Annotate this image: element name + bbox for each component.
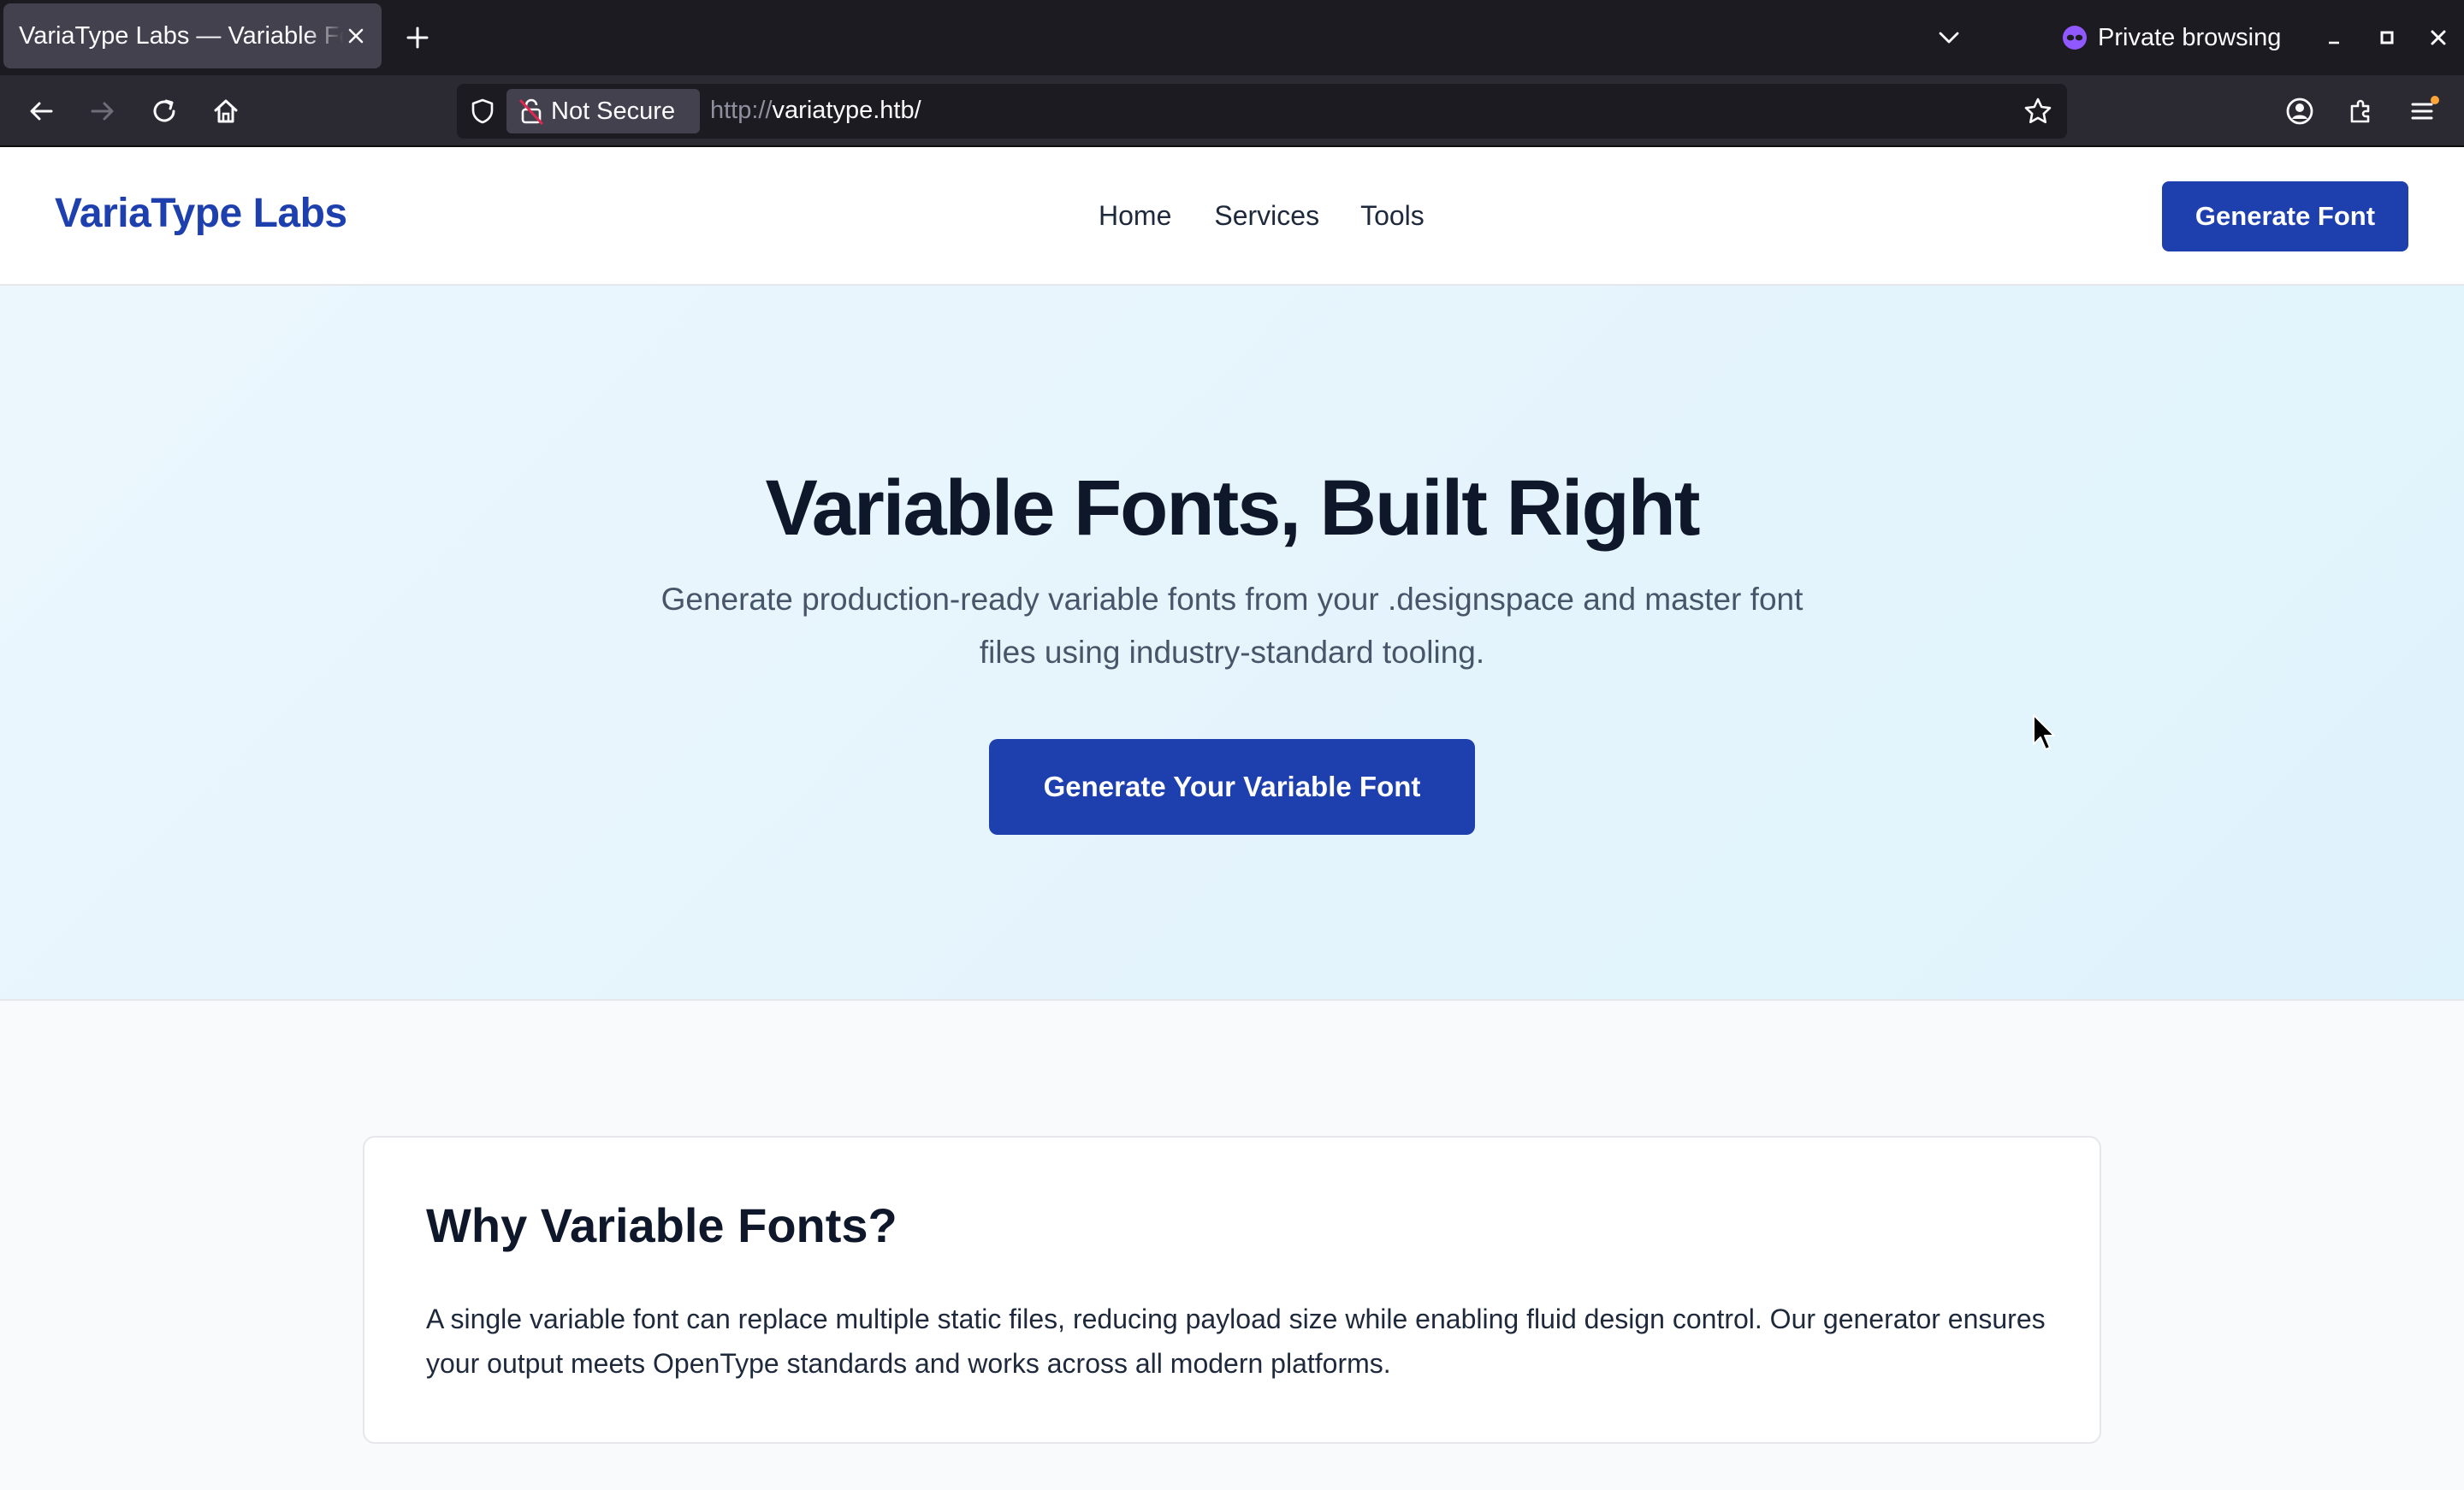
card-body: A single variable font can replace multi… xyxy=(426,1304,2046,1379)
web-page: VariaType Labs Home Services Tools Gener… xyxy=(0,147,2464,1490)
browser-tab-active[interactable]: VariaType Labs — Variable Fonts xyxy=(3,3,382,68)
brand-logo[interactable]: VariaType Labs xyxy=(55,190,347,237)
private-mask-icon xyxy=(2063,26,2087,50)
tracking-protection-shield-icon[interactable] xyxy=(469,98,496,125)
browser-tab-strip: VariaType Labs — Variable Fonts Private … xyxy=(0,0,2464,75)
account-icon[interactable] xyxy=(2283,94,2317,128)
mouse-cursor-icon xyxy=(2033,714,2055,750)
card-title: Why Variable Fonts? xyxy=(426,1198,897,1252)
new-tab-icon[interactable] xyxy=(402,22,433,53)
url-text[interactable]: http://variatype.htb/ xyxy=(710,97,921,125)
minimize-icon[interactable] xyxy=(2319,22,2349,53)
nav-link-home[interactable]: Home xyxy=(1099,200,1171,232)
why-variable-fonts-card: Why Variable Fonts? A single variable fo… xyxy=(363,1136,2101,1444)
broken-lock-icon xyxy=(519,98,543,125)
maximize-icon[interactable] xyxy=(2372,22,2402,53)
site-header: VariaType Labs Home Services Tools Gener… xyxy=(0,147,2464,286)
close-tab-icon[interactable] xyxy=(344,24,368,48)
url-scheme: http:// xyxy=(710,97,773,124)
bookmark-star-icon[interactable] xyxy=(2023,96,2053,127)
url-host: variatype.htb/ xyxy=(772,97,921,124)
hero-section: Variable Fonts, Built Right Generate pro… xyxy=(0,286,2464,1001)
back-arrow-icon[interactable] xyxy=(24,94,58,128)
close-window-icon[interactable] xyxy=(2423,22,2454,53)
private-browsing-label: Private browsing xyxy=(2098,23,2282,51)
hero-subtitle: Generate production-ready variable fonts… xyxy=(660,582,1804,670)
features-section: Why Variable Fonts? A single variable fo… xyxy=(0,1001,2464,1490)
generate-variable-font-button[interactable]: Generate Your Variable Font xyxy=(989,739,1475,835)
generate-font-button[interactable]: Generate Font xyxy=(2162,181,2408,251)
chevron-down-icon[interactable] xyxy=(1935,24,1963,51)
forward-arrow-icon[interactable] xyxy=(86,94,120,128)
private-browsing-indicator: Private browsing xyxy=(2062,19,2281,56)
app-menu-icon[interactable] xyxy=(2406,94,2440,128)
hero-title: Variable Fonts, Built Right xyxy=(765,464,1701,552)
nav-link-tools[interactable]: Tools xyxy=(1360,200,1424,232)
nav-link-services[interactable]: Services xyxy=(1214,200,1319,232)
site-nav: Home Services Tools xyxy=(1099,200,1424,232)
tab-title: VariaType Labs — Variable Fonts xyxy=(19,21,344,50)
home-icon[interactable] xyxy=(209,94,243,128)
not-secure-label: Not Secure xyxy=(551,97,676,125)
browser-toolbar: Not Secure http://variatype.htb/ xyxy=(0,75,2464,147)
reload-icon[interactable] xyxy=(147,94,181,128)
connection-not-secure-badge[interactable]: Not Secure xyxy=(506,89,700,133)
address-bar[interactable]: Not Secure http://variatype.htb/ xyxy=(457,84,2067,139)
extensions-puzzle-icon[interactable] xyxy=(2344,94,2378,128)
